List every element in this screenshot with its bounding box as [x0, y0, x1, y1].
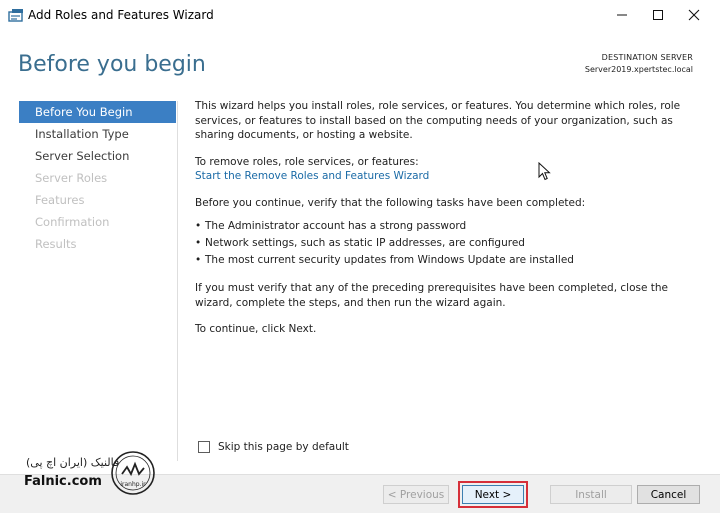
destination-server-label: DESTINATION SERVER	[601, 53, 693, 62]
nav-item-server-roles: Server Roles	[35, 171, 108, 185]
server-manager-icon	[8, 9, 23, 22]
nav-item-installation-type[interactable]: Installation Type	[19, 123, 176, 145]
next-button[interactable]: Next >	[462, 485, 524, 504]
skip-page-checkbox[interactable]	[198, 441, 210, 453]
list-item: The most current security updates from W…	[195, 252, 700, 269]
maximize-icon	[653, 10, 663, 20]
remove-wizard-link[interactable]: Start the Remove Roles and Features Wiza…	[195, 169, 700, 184]
continue-text: To continue, click Next.	[195, 323, 317, 335]
remove-label: To remove roles, role services, or featu…	[195, 155, 419, 168]
maximize-button[interactable]	[640, 0, 676, 30]
minimize-icon	[617, 14, 627, 16]
nav-item-server-selection[interactable]: Server Selection	[19, 145, 176, 167]
prereq-text: If you must verify that any of the prece…	[195, 282, 668, 309]
watermark: فالنیک (ایران اچ پی) Falnic.com iranhp.i…	[20, 448, 160, 498]
prerequisite-list: The Administrator account has a strong p…	[195, 218, 700, 269]
list-item: Network settings, such as static IP addr…	[195, 235, 700, 252]
close-button[interactable]	[676, 0, 712, 30]
title-bar: Add Roles and Features Wizard	[0, 0, 720, 30]
nav-item-before-you-begin[interactable]: Before You Begin	[19, 101, 176, 123]
skip-page-label: Skip this page by default	[218, 441, 349, 453]
destination-server-name: Server2019.xpertstec.local	[584, 65, 693, 74]
window-title: Add Roles and Features Wizard	[28, 8, 214, 22]
verify-text: Before you continue, verify that the fol…	[195, 196, 586, 209]
cancel-button[interactable]: Cancel	[637, 485, 700, 504]
install-button[interactable]: Install	[550, 485, 632, 504]
watermark-logo-icon: iranhp.ir	[111, 451, 155, 495]
nav-item-results: Results	[35, 237, 77, 251]
intro-text: This wizard helps you install roles, rol…	[195, 100, 681, 141]
minimize-button[interactable]	[604, 0, 640, 30]
close-icon	[688, 9, 700, 21]
list-item: The Administrator account has a strong p…	[195, 218, 700, 235]
previous-button[interactable]: < Previous	[383, 485, 449, 504]
nav-item-features: Features	[35, 193, 85, 207]
mouse-pointer-icon	[538, 162, 551, 181]
nav-divider	[177, 101, 178, 461]
wizard-steps-nav: Before You Begin Installation Type Serve…	[19, 101, 176, 255]
main-content: This wizard helps you install roles, rol…	[195, 99, 700, 337]
watermark-logo-text: iranhp.ir	[120, 481, 146, 488]
page-title: Before you begin	[18, 52, 206, 77]
watermark-persian-text: فالنیک (ایران اچ پی)	[26, 456, 120, 469]
skip-page-option[interactable]: Skip this page by default	[198, 441, 349, 453]
nav-item-confirmation: Confirmation	[35, 215, 110, 229]
watermark-brand: Falnic.com	[24, 474, 102, 489]
